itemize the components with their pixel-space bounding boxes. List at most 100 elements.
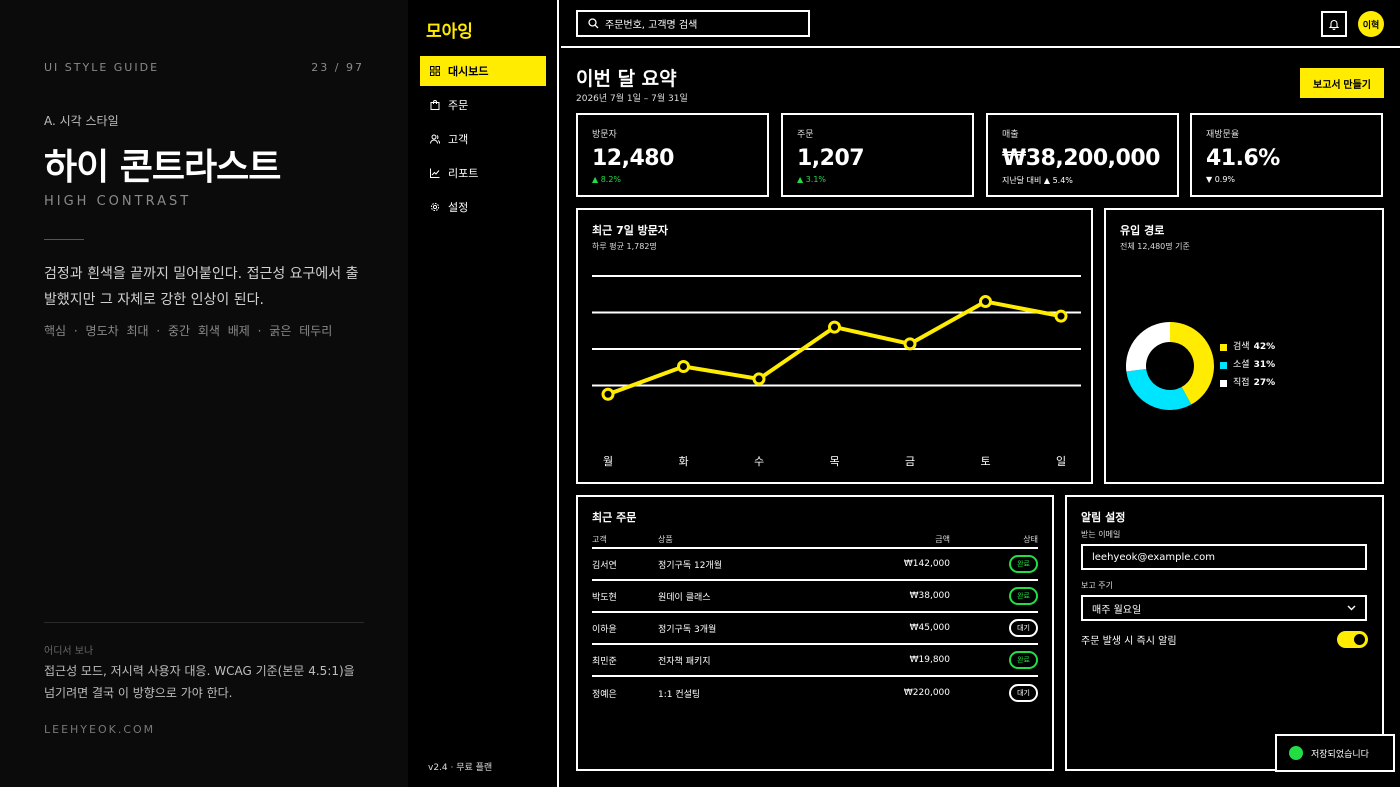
cell-customer: 박도현 <box>592 592 617 603</box>
card-title: 알림 설정 <box>1081 511 1126 524</box>
instant-alert-toggle[interactable] <box>1337 631 1368 648</box>
guide-title: 하이 콘트라스트 <box>44 147 281 188</box>
stat-card-visitors: 방문자 12,480 ▲ 8.2% <box>576 113 769 197</box>
search-icon <box>588 18 599 29</box>
visitors-chart-card: 최근 7일 방문자 하루 평균 1,782명 월 화 수 목 금 토 일 <box>576 208 1093 484</box>
period-select[interactable]: 매주 월요일 <box>1081 595 1367 621</box>
chart-subtitle: 하루 평균 1,782명 <box>592 242 657 251</box>
data-point[interactable] <box>601 387 615 401</box>
email-field[interactable]: leehyeok@example.com <box>1081 544 1367 570</box>
guide-description: 검정과 흰색을 끝까지 밀어붙인다. 접근성 요구에서 출발했지만 그 자체로 … <box>44 266 359 308</box>
data-point[interactable] <box>1054 309 1068 323</box>
status-badge: 대기 <box>1009 684 1038 702</box>
sidebar-item-dashboard[interactable]: 대시보드 <box>420 56 546 86</box>
guide-site-link[interactable]: LEEHYEOK.COM <box>44 723 155 736</box>
sidebar: 모아잉 대시보드 주문 고객 리포트 설정 v2.4 · 무료 플랜 <box>408 0 559 787</box>
bell-icon <box>1328 15 1340 34</box>
cell-customer: 김서연 <box>592 560 617 571</box>
stat-change: ▲ 8.2% <box>592 175 622 184</box>
table-body: 김서연 정기구독 12개월 ₩142,000 완료박도현 원데이 클래스 ₩38,000 완… <box>592 549 1038 709</box>
saved-toast: 저장되었습니다 <box>1275 734 1395 772</box>
table-row[interactable]: 최민준 전자책 패키지 ₩19,800 완료 <box>592 645 1038 677</box>
guide-subtitle: HIGH CONTRAST <box>44 194 192 209</box>
x-tick-label: 금 <box>905 455 915 468</box>
x-tick-label: 목 <box>829 455 839 468</box>
cell-amount: ₩38,000 <box>909 591 950 601</box>
legend-item: 직접 27% <box>1220 374 1275 392</box>
stat-value: 1,207 <box>797 146 865 171</box>
avatar[interactable]: 이혁 <box>1358 11 1384 37</box>
status-badge: 대기 <box>1009 619 1038 637</box>
legend-label: 소셜 <box>1233 360 1250 370</box>
top-bar: 주문번호, 고객명 검색 이혁 <box>561 0 1400 48</box>
sidebar-item-label: 리포트 <box>448 167 479 180</box>
search-input[interactable]: 주문번호, 고객명 검색 <box>576 10 810 37</box>
notifications-button[interactable] <box>1321 11 1347 37</box>
cell-product: 원데이 클래스 <box>658 592 711 603</box>
guide-page-counter: 23 / 97 <box>311 61 364 74</box>
legend-item: 소셜 31% <box>1220 356 1275 374</box>
series-line <box>607 299 1062 397</box>
x-tick-label: 토 <box>980 455 990 468</box>
instant-alert-row: 주문 발생 시 즉시 알림 <box>1081 631 1368 648</box>
traffic-donut-chart <box>1126 322 1214 410</box>
data-point[interactable] <box>752 372 766 386</box>
cell-product: 정기구독 3개월 <box>658 624 717 635</box>
sidebar-item-settings[interactable]: 설정 <box>420 192 546 222</box>
legend-swatch <box>1220 379 1227 387</box>
toggle-knob <box>1354 634 1365 645</box>
data-point[interactable] <box>979 295 992 309</box>
sidebar-item-label: 주문 <box>448 99 469 112</box>
create-report-button[interactable]: 보고서 만들기 <box>1300 68 1384 98</box>
guide-divider <box>44 239 84 240</box>
table-row[interactable]: 이하윤 정기구독 3개월 ₩45,000 대기 <box>592 613 1038 645</box>
guide-tags: 핵심 · 명도차 최대 · 중간 회색 배제 · 굵은 테두리 <box>44 324 333 338</box>
chart-title: 최근 7일 방문자 <box>592 224 669 237</box>
stat-change: ▼ 0.9% <box>1206 175 1236 184</box>
users-icon <box>430 134 440 144</box>
stat-change: 지난달 대비 ▲ 5.4% <box>1002 176 1073 185</box>
period-selected-value: 매주 월요일 <box>1092 604 1142 616</box>
visitors-line-chart: 월화수목금토일 <box>592 275 1081 468</box>
table-row[interactable]: 김서연 정기구독 12개월 ₩142,000 완료 <box>592 549 1038 581</box>
grid-icon <box>430 66 440 76</box>
stat-label: 매출 <box>1002 130 1019 140</box>
column-header: 고객 <box>592 534 607 544</box>
cell-product: 전자책 패키지 <box>658 656 711 667</box>
stat-value: 12,480 <box>592 146 674 171</box>
guide-header: UI STYLE GUIDE 23 / 97 <box>44 61 364 74</box>
sidebar-item-orders[interactable]: 주문 <box>420 90 546 120</box>
chart-title: 유입 경로 <box>1120 224 1165 237</box>
sidebar-item-reports[interactable]: 리포트 <box>420 158 546 188</box>
search-placeholder: 주문번호, 고객명 검색 <box>605 20 698 31</box>
stat-label: 방문자 <box>592 130 617 140</box>
data-point[interactable] <box>828 320 841 334</box>
status-badge: 완료 <box>1009 651 1038 669</box>
table-row[interactable]: 정예은 1:1 컨설팅 ₩220,000 대기 <box>592 677 1038 709</box>
donut-slice-소셜[interactable] <box>1126 369 1192 410</box>
x-tick-label: 수 <box>754 455 764 468</box>
column-header: 상품 <box>658 534 673 544</box>
gear-icon <box>430 202 440 212</box>
donut-legend: 검색 42% 소셜 31% 직접 27% <box>1220 338 1275 392</box>
stat-label: 재방문율 <box>1206 130 1240 140</box>
legend-value: 27% <box>1253 378 1276 388</box>
toggle-label: 주문 발생 시 즉시 알림 <box>1081 636 1177 647</box>
donut-slice-직접[interactable] <box>1126 322 1170 372</box>
legend-swatch <box>1220 361 1227 369</box>
email-label: 받는 이메일 <box>1081 530 1121 539</box>
style-guide-panel: UI STYLE GUIDE 23 / 97 A. 시각 스타일 하이 콘트라스… <box>0 0 408 787</box>
x-tick-label: 화 <box>678 455 688 468</box>
data-point[interactable] <box>903 337 917 351</box>
data-point[interactable] <box>677 360 690 374</box>
app-logo[interactable]: 모아잉 <box>426 17 473 42</box>
chevron-down-icon <box>1347 603 1356 614</box>
table-row[interactable]: 박도현 원데이 클래스 ₩38,000 완료 <box>592 581 1038 613</box>
cell-amount: ₩19,800 <box>909 655 950 665</box>
column-header: 금액 <box>935 534 950 544</box>
guide-where-label: 어디서 보나 <box>44 646 94 657</box>
cell-customer: 정예은 <box>592 689 617 700</box>
cell-customer: 이하윤 <box>592 624 617 635</box>
sidebar-item-customers[interactable]: 고객 <box>420 124 546 154</box>
page-title: 이번 달 요약 <box>576 68 677 90</box>
